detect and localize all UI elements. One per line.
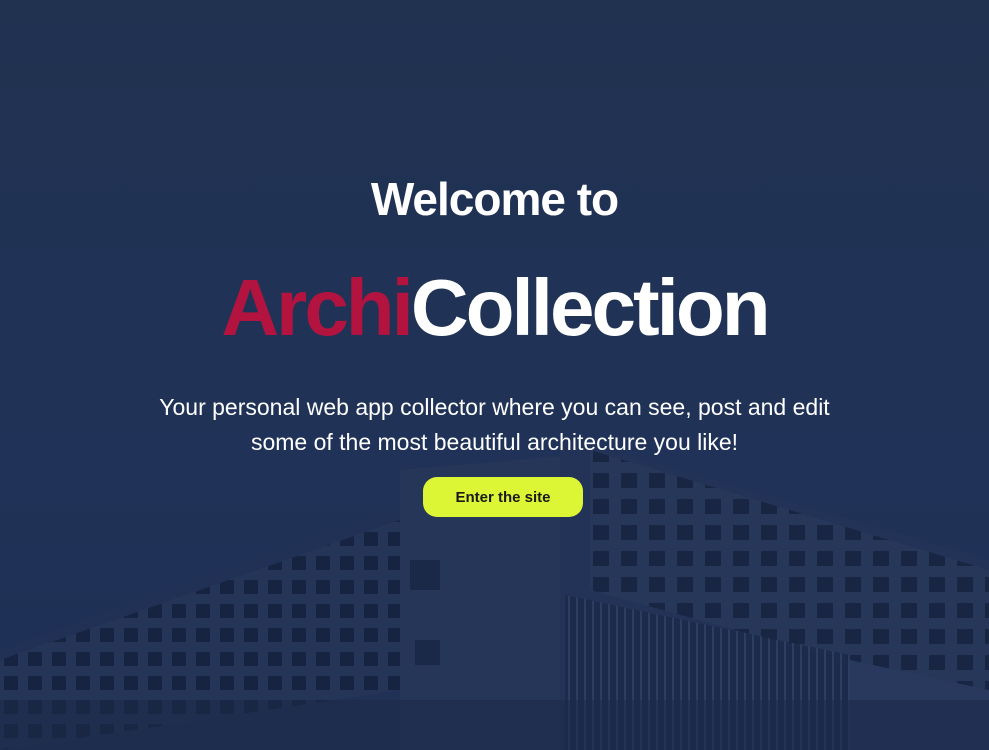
brand-title-main: Collection <box>410 263 771 352</box>
tagline-line-2: some of the most beautiful architecture … <box>250 429 739 455</box>
hero-section: Welcome to ArchiCollection Your personal… <box>0 0 989 750</box>
building-background-image <box>0 0 989 750</box>
enter-site-button[interactable]: Enter the site <box>423 477 583 517</box>
tagline-line-1: Your personal web app collector where yo… <box>159 394 830 420</box>
hero-tagline: Your personal web app collector where yo… <box>150 390 839 460</box>
welcome-heading: Welcome to <box>370 173 619 225</box>
brand-title: ArchiCollection <box>0 268 989 348</box>
brand-title-accent: Archi <box>221 263 413 352</box>
